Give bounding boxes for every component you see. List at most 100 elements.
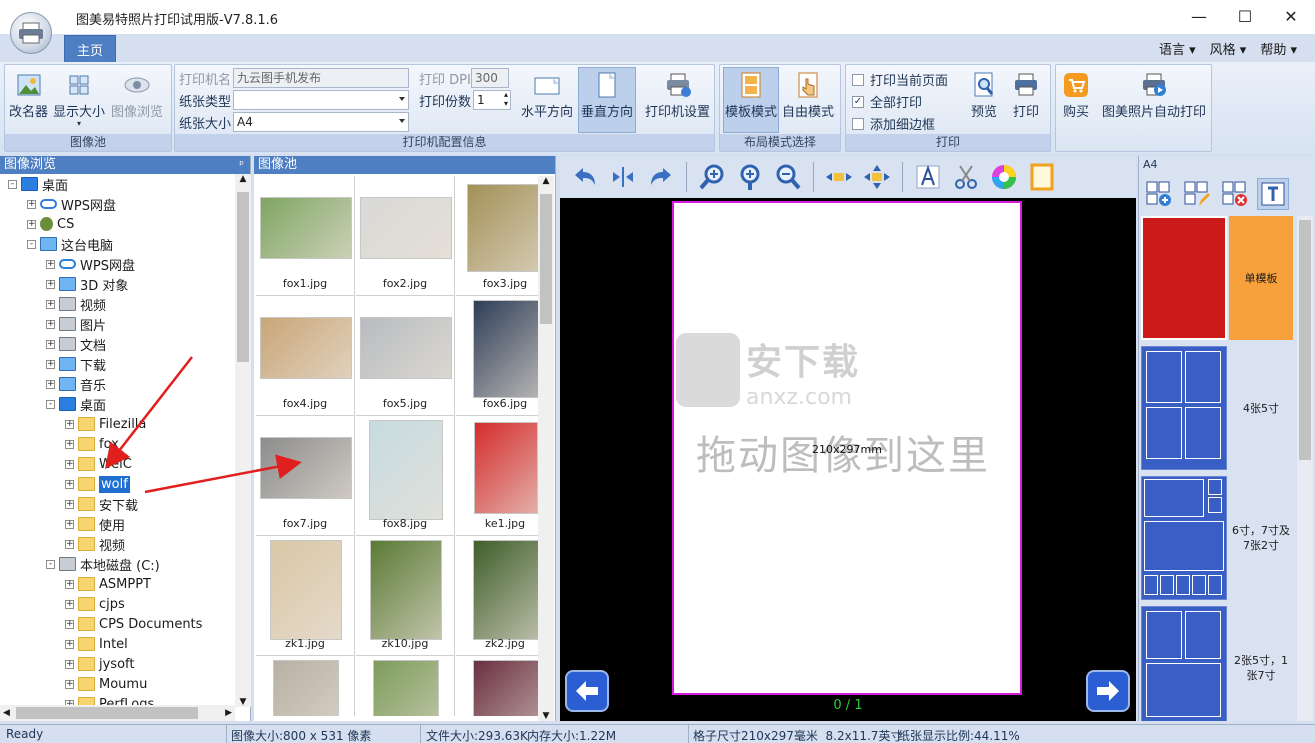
image-thumbnail[interactable] bbox=[273, 660, 339, 716]
printer-name-field[interactable]: 九云图手机发布 bbox=[233, 68, 409, 88]
scroll-thumb[interactable] bbox=[237, 192, 249, 362]
image-tile[interactable]: fox4.jpg bbox=[256, 296, 355, 416]
print-button[interactable]: 打印 bbox=[1012, 71, 1040, 120]
print-all-checkbox[interactable]: ✓ 全部打印 bbox=[852, 92, 922, 111]
expand-icon[interactable]: + bbox=[65, 499, 74, 509]
scroll-up-icon[interactable]: ▲ bbox=[538, 176, 554, 186]
pool-vertical-scrollbar[interactable]: ▲ ▼ bbox=[538, 176, 554, 721]
expand-icon[interactable]: + bbox=[46, 359, 55, 369]
image-tile[interactable] bbox=[256, 656, 355, 716]
menu-language[interactable]: 语言 ▾ bbox=[1159, 39, 1196, 58]
image-browse-button[interactable]: 图像浏览 bbox=[111, 71, 163, 120]
image-thumbnail[interactable] bbox=[373, 660, 439, 716]
tree-node[interactable]: + jysoft bbox=[65, 654, 134, 674]
expand-icon[interactable]: + bbox=[65, 539, 74, 549]
add-template-button[interactable] bbox=[1143, 178, 1175, 210]
tree-node[interactable]: - 本地磁盘 (C:) bbox=[46, 554, 160, 574]
zoom-fit-button[interactable] bbox=[733, 161, 767, 193]
tree-node[interactable]: +3D 对象 bbox=[46, 274, 128, 294]
add-border-checkbox[interactable]: 添加细边框 bbox=[852, 114, 935, 133]
expand-icon[interactable]: + bbox=[46, 379, 55, 389]
portrait-button[interactable]: 垂直方向 bbox=[578, 67, 636, 133]
scroll-thumb[interactable] bbox=[16, 707, 198, 719]
expand-icon[interactable]: + bbox=[27, 199, 36, 209]
image-tile[interactable]: fox2.jpg bbox=[356, 176, 455, 296]
collapse-icon[interactable]: - bbox=[8, 179, 17, 189]
scroll-thumb[interactable] bbox=[1299, 220, 1311, 460]
image-thumbnail[interactable] bbox=[260, 437, 352, 499]
tree-node[interactable]: + WeiC bbox=[65, 454, 132, 474]
paper-type-select[interactable] bbox=[233, 90, 409, 110]
buy-button[interactable]: 购买 bbox=[1062, 71, 1090, 120]
tree-node[interactable]: + Intel bbox=[65, 634, 128, 654]
image-tile[interactable]: fox6.jpg bbox=[456, 296, 538, 416]
tree-node[interactable]: + Moumu bbox=[65, 674, 147, 694]
collapse-icon[interactable]: - bbox=[46, 559, 55, 569]
copies-stepper[interactable]: 1 ▴ ▾ bbox=[473, 90, 511, 110]
tree-node[interactable]: - 桌面 bbox=[46, 394, 106, 414]
edit-template-button[interactable] bbox=[1181, 178, 1213, 210]
undo-button[interactable] bbox=[568, 161, 602, 193]
image-tile[interactable]: fox8.jpg bbox=[356, 416, 455, 536]
add-text-button[interactable] bbox=[911, 161, 945, 193]
pin-icon[interactable]: ᵖ bbox=[239, 156, 244, 174]
stepper-arrows-icon[interactable]: ▴ ▾ bbox=[504, 90, 508, 108]
image-tile[interactable]: fox1.jpg bbox=[256, 176, 355, 296]
tree-node[interactable]: + 下载 bbox=[46, 354, 106, 374]
frame-button[interactable] bbox=[1025, 161, 1059, 193]
free-mode-button[interactable]: 自由模式 bbox=[782, 71, 834, 120]
collapse-icon[interactable]: - bbox=[27, 239, 36, 249]
menu-help[interactable]: 帮助 ▾ bbox=[1260, 39, 1297, 58]
expand-icon[interactable]: + bbox=[65, 659, 74, 669]
image-thumbnail[interactable] bbox=[467, 184, 538, 272]
image-thumbnail[interactable] bbox=[474, 422, 538, 514]
fit-width-button[interactable] bbox=[822, 161, 856, 193]
expand-icon[interactable]: + bbox=[65, 679, 74, 689]
image-thumbnail[interactable] bbox=[260, 317, 352, 379]
image-tile[interactable]: fox3.jpg bbox=[456, 176, 538, 296]
scroll-down-icon[interactable]: ▼ bbox=[538, 711, 554, 721]
tree-node[interactable]: + fox bbox=[65, 434, 119, 454]
expand-icon[interactable]: + bbox=[46, 299, 55, 309]
tree-node[interactable]: + 视频 bbox=[65, 534, 125, 554]
tree-horizontal-scrollbar[interactable]: ◀ ▶ bbox=[0, 705, 235, 721]
image-tile[interactable]: zk1.jpg bbox=[256, 536, 355, 656]
template-vertical-scrollbar[interactable] bbox=[1297, 216, 1313, 721]
expand-icon[interactable]: + bbox=[27, 219, 36, 229]
printer-settings-button[interactable]: 打印机设置 bbox=[645, 71, 710, 120]
expand-icon[interactable]: + bbox=[46, 339, 55, 349]
collapse-icon[interactable]: - bbox=[46, 399, 55, 409]
expand-icon[interactable]: + bbox=[46, 279, 55, 289]
tree-node[interactable]: + 视频 bbox=[46, 294, 106, 314]
scroll-left-icon[interactable]: ◀ bbox=[3, 705, 10, 721]
expand-icon[interactable]: + bbox=[65, 619, 74, 629]
image-thumbnail[interactable] bbox=[473, 300, 538, 398]
image-thumbnail[interactable] bbox=[473, 660, 538, 716]
template-6-7-2inch[interactable]: 6寸，7寸及7张2寸 bbox=[1141, 476, 1293, 602]
tree-node[interactable]: + wolf bbox=[65, 474, 130, 494]
preview-button[interactable]: 预览 bbox=[970, 71, 998, 120]
zoom-out-button[interactable] bbox=[771, 161, 805, 193]
expand-icon[interactable]: + bbox=[65, 519, 74, 529]
template-4x5inch[interactable]: 4张5寸 bbox=[1141, 346, 1293, 472]
template-single[interactable]: 单模板 bbox=[1141, 216, 1293, 342]
app-menu-printer-icon[interactable] bbox=[10, 12, 52, 54]
image-thumbnail[interactable] bbox=[473, 540, 538, 640]
auto-print-button[interactable]: 图美照片自动打印 bbox=[1102, 71, 1206, 120]
expand-icon[interactable]: + bbox=[65, 479, 74, 489]
tree-node[interactable]: + 文档 bbox=[46, 334, 106, 354]
tree-node[interactable]: + CS bbox=[27, 214, 74, 234]
tree-node[interactable]: + ASMPPT bbox=[65, 574, 151, 594]
delete-template-button[interactable] bbox=[1219, 178, 1251, 210]
image-tile[interactable]: zk10.jpg bbox=[356, 536, 455, 656]
image-thumbnail[interactable] bbox=[370, 540, 442, 640]
expand-icon[interactable]: + bbox=[65, 459, 74, 469]
color-button[interactable] bbox=[987, 161, 1021, 193]
menu-style[interactable]: 风格 ▾ bbox=[1210, 39, 1247, 58]
flip-button[interactable] bbox=[606, 161, 640, 193]
image-tile[interactable] bbox=[456, 656, 538, 716]
image-thumbnail[interactable] bbox=[270, 540, 342, 640]
image-thumbnail[interactable] bbox=[360, 317, 452, 379]
image-tile[interactable]: fox7.jpg bbox=[256, 416, 355, 536]
tab-home[interactable]: 主页 bbox=[64, 35, 116, 62]
